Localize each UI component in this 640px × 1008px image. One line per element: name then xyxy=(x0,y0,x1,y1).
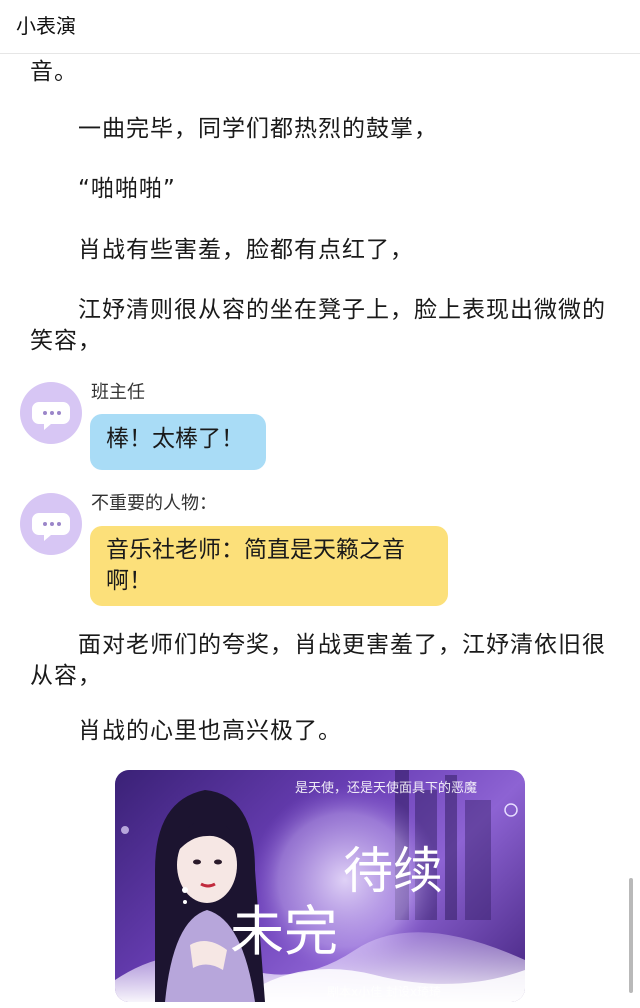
banner-credits: 剧本x小佳 封设x琦琦 xyxy=(327,985,441,999)
to-be-continued-banner: 是天使，还是天使面具下的恶魔 待续 未完 剧本x小佳 封设x琦琦 xyxy=(115,770,525,1002)
banner-title-line1: 待续 xyxy=(343,842,443,900)
speaker-name: 不重要的人物： xyxy=(91,493,217,514)
story-paragraph: 肖战有些害羞，脸都有点红了， xyxy=(78,237,414,263)
avatar xyxy=(20,493,82,555)
story-paragraph: 肖战的心里也高兴极了。 xyxy=(78,718,342,744)
speaker-name: 班主任 xyxy=(91,382,145,403)
speech-bubble: 音乐社老师：简直是天籁之音啊！ xyxy=(90,526,448,606)
story-paragraph: 江妤清则很从容的坐在凳子上，脸上表现出微微的笑容， xyxy=(30,297,606,354)
story-paragraph: 面对老师们的夸奖，肖战更害羞了，江妤清依旧很从容， xyxy=(30,632,606,689)
top-bar: 小表演 xyxy=(0,0,640,54)
app-title: 小表演 xyxy=(16,14,76,38)
story-paragraph: “啪啪啪” xyxy=(78,176,176,202)
portrait-illustration: 是天使，还是天使面具下的恶魔 待续 未完 剧本x小佳 封设x琦琦 xyxy=(115,770,525,1002)
banner-tagline: 是天使，还是天使面具下的恶魔 xyxy=(295,780,477,796)
avatar xyxy=(20,382,82,444)
scrollbar[interactable] xyxy=(629,878,633,993)
story-paragraph: 一曲完毕，同学们都热烈的鼓掌， xyxy=(78,116,438,142)
speech-bubble: 棒！太棒了！ xyxy=(90,414,266,470)
chat-bubble-icon xyxy=(32,402,70,430)
chat-bubble-icon xyxy=(32,513,70,541)
banner-title-line2: 未完 xyxy=(230,900,338,963)
story-paragraph: 音。 xyxy=(30,59,78,85)
